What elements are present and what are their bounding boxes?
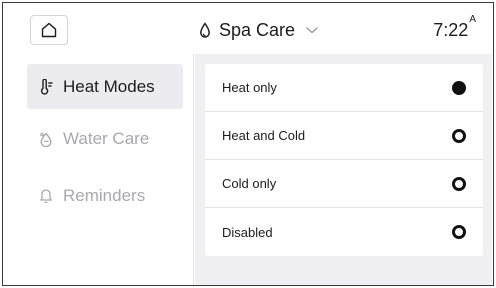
option-heat-only[interactable]: Heat only bbox=[205, 64, 483, 112]
app-title: Spa Care bbox=[219, 19, 296, 40]
clock-suffix: A bbox=[469, 14, 476, 25]
option-cold-only[interactable]: Cold only bbox=[205, 160, 483, 208]
water-drop-icon bbox=[199, 21, 211, 39]
radio-selected[interactable] bbox=[452, 81, 466, 95]
app-window: Spa Care 7:22A Heat Modes Water Care Rem… bbox=[2, 2, 494, 286]
sidebar: Heat Modes Water Care Reminders bbox=[3, 54, 194, 285]
sidebar-item-label: Reminders bbox=[63, 185, 146, 205]
option-label: Disabled bbox=[222, 224, 273, 240]
water-drops-icon bbox=[40, 131, 52, 147]
chevron-down-icon bbox=[303, 25, 319, 35]
top-bar: Spa Care 7:22A bbox=[3, 3, 492, 54]
home-icon bbox=[41, 22, 57, 38]
option-label: Heat only bbox=[222, 80, 277, 95]
main-panel: Heat only Heat and Cold Cold only Disabl… bbox=[195, 54, 492, 285]
radio-unselected[interactable] bbox=[452, 177, 466, 191]
option-label: Heat and Cold bbox=[222, 128, 306, 143]
heat-mode-options: Heat only Heat and Cold Cold only Disabl… bbox=[205, 64, 483, 256]
sidebar-item-label: Heat Modes bbox=[63, 76, 155, 96]
option-disabled[interactable]: Disabled bbox=[205, 208, 483, 256]
sidebar-item-label: Water Care bbox=[63, 128, 150, 148]
option-heat-and-cold[interactable]: Heat and Cold bbox=[205, 112, 483, 160]
radio-unselected[interactable] bbox=[452, 225, 466, 239]
sidebar-item-reminders[interactable]: Reminders bbox=[27, 173, 183, 218]
app-selector[interactable]: Spa Care bbox=[199, 15, 319, 45]
home-button[interactable] bbox=[30, 15, 68, 45]
sidebar-item-heat-modes[interactable]: Heat Modes bbox=[27, 64, 183, 109]
option-label: Cold only bbox=[222, 176, 277, 191]
sidebar-item-water-care[interactable]: Water Care bbox=[27, 116, 183, 161]
radio-unselected[interactable] bbox=[452, 129, 466, 143]
bell-icon bbox=[40, 188, 52, 203]
clock: 7:22A bbox=[433, 14, 476, 41]
thermometer-icon bbox=[40, 78, 53, 95]
clock-time: 7:22 bbox=[433, 20, 469, 40]
